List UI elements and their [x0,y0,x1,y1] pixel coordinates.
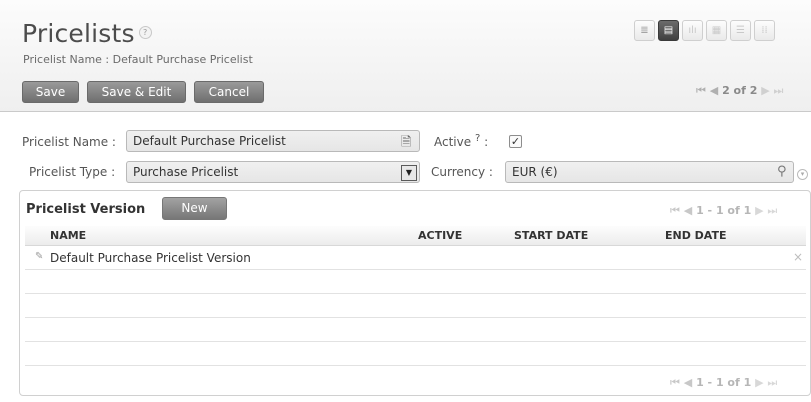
translate-icon[interactable]: 🗎 [401,133,411,155]
active-checkbox[interactable]: ✓ [509,135,522,148]
gantt-view-icon[interactable]: ☰ [730,20,751,41]
form-view-icon[interactable]: ▤ [658,20,679,41]
pricelist-type-label: Pricelist Type : [29,165,116,179]
cancel-button[interactable]: Cancel [194,81,264,103]
table-header: NAME ACTIVE START DATE END DATE [25,226,806,246]
save-button[interactable]: Save [22,81,79,103]
delete-row-icon[interactable]: × [793,250,803,264]
table-row-empty [25,342,806,366]
view-switcher: ≣ ▤ ılı ▦ ☰ ⁞⁞ [634,20,775,41]
last-page-icon[interactable]: ⏭ [767,204,777,217]
pricelist-name-field[interactable]: Default Purchase Pricelist [126,130,420,152]
next-record-icon[interactable]: ▶ [761,84,769,97]
column-header-name[interactable]: NAME [50,229,86,242]
column-header-end-date[interactable]: END DATE [665,229,727,242]
list-pager: ⏮ ◀ 1 - 1 of 1 ▶ ⏭ [670,204,777,218]
table-row-empty [25,294,806,318]
first-page-icon[interactable]: ⏮ [670,204,680,217]
first-record-icon[interactable]: ⏮ [696,84,706,97]
table-row[interactable]: ✎ Default Purchase Pricelist Version × [25,246,806,270]
edit-pencil-icon[interactable]: ✎ [35,251,43,262]
search-icon[interactable]: ⚲ [777,164,787,179]
prev-page-icon[interactable]: ◀ [684,376,692,389]
list-pager-text: 1 - 1 of 1 [696,204,752,217]
table-row-empty [25,318,806,342]
list-pager-bottom: ⏮ ◀ 1 - 1 of 1 ▶ ⏭ [670,376,777,390]
list-view-icon[interactable]: ≣ [634,20,655,41]
first-page-icon[interactable]: ⏮ [670,376,680,389]
record-pager-text: 2 of 2 [722,84,758,97]
column-header-active[interactable]: ACTIVE [418,229,462,242]
new-version-button[interactable]: New [162,197,227,220]
panel-title: Pricelist Version [26,202,146,217]
help-icon[interactable]: ? [138,25,152,39]
pricelist-type-select[interactable]: Purchase Pricelist [126,161,420,183]
currency-field[interactable]: EUR (€) [505,161,794,183]
prev-record-icon[interactable]: ◀ [710,84,718,97]
column-header-start-date[interactable]: START DATE [514,229,588,242]
more-options-icon[interactable]: ▾ [797,169,808,180]
prev-page-icon[interactable]: ◀ [684,204,692,217]
active-label-text: Active [434,135,472,149]
page-title-text: Pricelists [22,19,135,48]
pricelist-name-label: Pricelist Name : [22,135,116,149]
record-pager: ⏮ ◀ 2 of 2 ▶ ⏭ [696,84,783,98]
calendar-view-icon[interactable]: ▦ [706,20,727,41]
pricelist-version-panel: Pricelist Version New ⏮ ◀ 1 - 1 of 1 ▶ ⏭… [19,190,811,396]
active-help-icon[interactable]: ? [475,133,480,144]
page-title: Pricelists? [22,19,152,48]
graph-view-icon[interactable]: ılı [682,20,703,41]
dropdown-arrow-icon[interactable]: ▼ [401,165,417,181]
kanban-view-icon[interactable]: ⁞⁞ [754,20,775,41]
table-row-empty [25,270,806,294]
active-colon: : [484,135,489,149]
breadcrumb: Pricelist Name : Default Purchase Pricel… [23,53,253,66]
next-page-icon[interactable]: ▶ [755,376,763,389]
next-page-icon[interactable]: ▶ [755,204,763,217]
last-page-icon[interactable]: ⏭ [767,376,777,389]
currency-label: Currency : [431,165,493,179]
last-record-icon[interactable]: ⏭ [774,84,784,97]
save-and-edit-button[interactable]: Save & Edit [87,81,186,103]
page-header: Pricelists? Pricelist Name : Default Pur… [0,0,811,112]
list-pager-bottom-text: 1 - 1 of 1 [696,376,752,389]
active-label: Active ? : [434,133,488,149]
version-name-cell: Default Purchase Pricelist Version [50,251,251,265]
